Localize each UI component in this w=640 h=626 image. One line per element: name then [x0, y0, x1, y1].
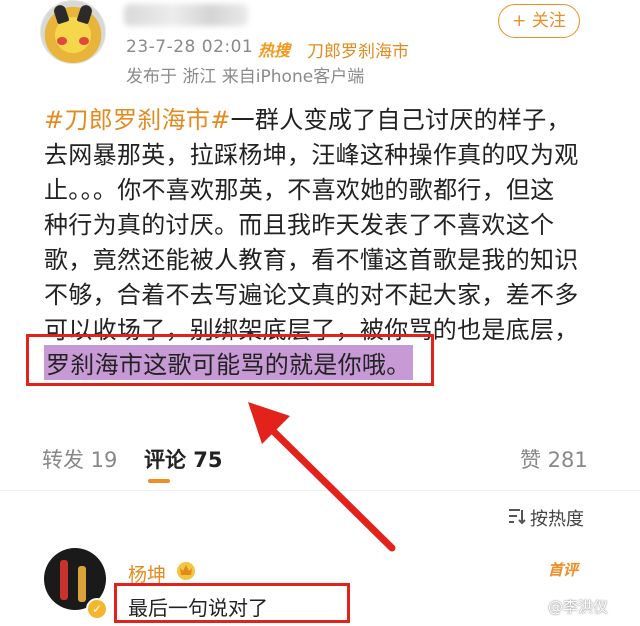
blurred-username[interactable]: [124, 4, 248, 26]
post-line-4: 种行为真的讨厌。而且我昨天发表了不喜欢这个: [44, 211, 555, 239]
comment-annotation-box: [114, 583, 350, 623]
poster-avatar[interactable]: [40, 0, 106, 64]
post-line-6: 不够，合着不去写遍论文真的对不起大家，差不多: [44, 281, 579, 309]
sort-icon[interactable]: [506, 506, 526, 526]
divider: [0, 490, 640, 491]
highlight-annotation-box: [26, 334, 434, 386]
repost-tab[interactable]: 转发 19: [42, 444, 117, 474]
active-tab-indicator: [148, 479, 170, 483]
hashtag-link[interactable]: #刀郎罗刹海市#: [44, 106, 231, 134]
sort-by-heat[interactable]: 按热度: [530, 505, 584, 531]
post-time: 23-7-28 02:01: [126, 37, 254, 57]
verified-icon: ✓: [86, 598, 108, 620]
like-tab[interactable]: 赞 281: [520, 444, 588, 474]
post-line-1: #刀郎罗刹海市#一群人变成了自己讨厌的样子，: [44, 106, 571, 134]
comment-tab[interactable]: 评论 75: [144, 444, 223, 474]
post-meta: 发布于 浙江 来自iPhone客户端: [126, 67, 365, 87]
hot-search-badge: 热搜: [258, 41, 291, 60]
watermark: @李洪仪: [548, 598, 609, 616]
post-line-5: 歌，竟然还能被人教育，看不懂这首歌是我的知识: [44, 246, 579, 274]
post-line-2: 去网暴那英，拉踩杨坤，汪峰这种操作真的叹为观: [44, 141, 579, 169]
first-comment-badge: 首评: [548, 561, 579, 579]
post-line-3: 止。。。你不喜欢那英，不喜欢她的歌都行，但这: [44, 176, 555, 204]
vip-crown-icon: [177, 562, 195, 580]
follow-button[interactable]: + 关注: [498, 4, 580, 38]
topic-link[interactable]: 刀郎罗刹海市: [307, 37, 409, 62]
